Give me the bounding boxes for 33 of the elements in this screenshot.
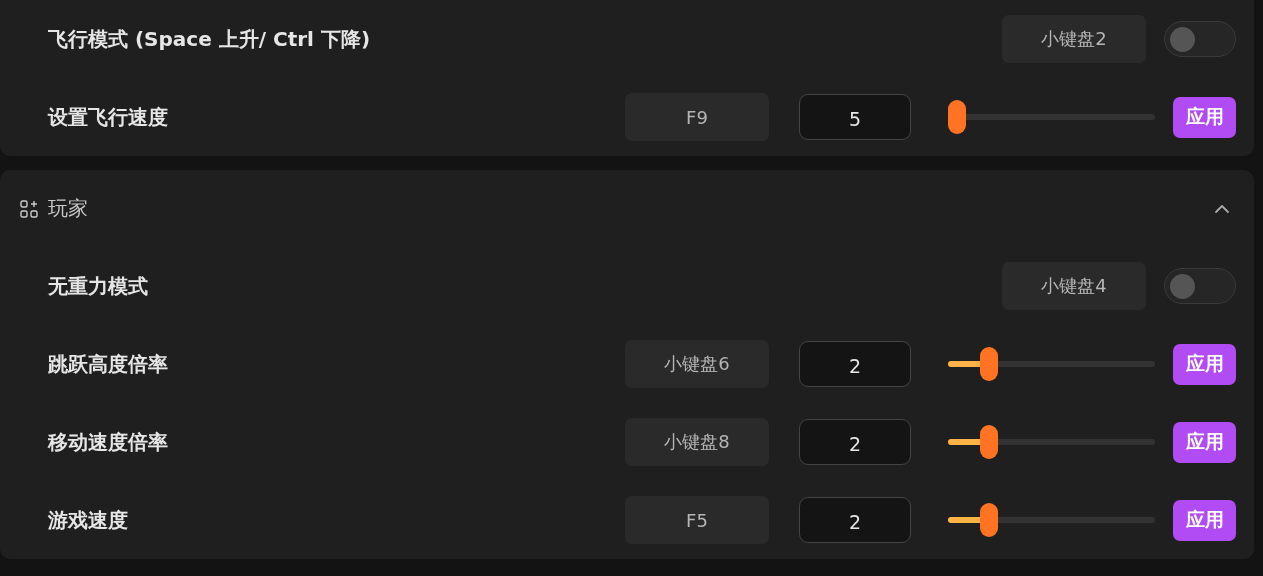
apply-button[interactable]: 应用: [1173, 499, 1236, 541]
slider[interactable]: [948, 347, 1155, 381]
number-field[interactable]: 2: [799, 497, 911, 543]
apply-button[interactable]: 应用: [1173, 421, 1236, 463]
slider-thumb[interactable]: [980, 347, 999, 381]
toggle-switch[interactable]: [1164, 268, 1236, 304]
apply-button[interactable]: 应用: [1173, 96, 1236, 138]
hotkey-button[interactable]: F9: [625, 93, 769, 141]
hotkey-button[interactable]: 小键盘2: [1002, 15, 1146, 63]
apps-icon: [20, 199, 38, 218]
slider[interactable]: [948, 503, 1155, 537]
hotkey-button[interactable]: F5: [625, 496, 769, 544]
setting-label: 游戏速度: [48, 506, 129, 534]
setting-label: 移动速度倍率: [48, 428, 169, 456]
setting-label: 飞行模式 (Space 上升/ Ctrl 下降): [48, 25, 372, 53]
section-title: 玩家: [48, 195, 89, 222]
hotkey-button[interactable]: 小键盘8: [625, 418, 769, 466]
slider-thumb[interactable]: [980, 425, 999, 459]
setting-label: 跳跃高度倍率: [48, 350, 169, 378]
setting-label: 设置飞行速度: [48, 103, 169, 131]
chevron-icon[interactable]: [1214, 203, 1230, 214]
slider-thumb[interactable]: [980, 503, 999, 537]
slider-thumb[interactable]: [948, 100, 966, 134]
hotkey-button[interactable]: 小键盘6: [625, 340, 769, 388]
setting-label: 无重力模式: [48, 272, 149, 300]
apply-button[interactable]: 应用: [1173, 343, 1236, 385]
toggle-switch[interactable]: [1164, 21, 1236, 57]
number-field[interactable]: 2: [799, 341, 911, 387]
slider[interactable]: [948, 100, 1155, 134]
number-field[interactable]: 2: [799, 419, 911, 465]
number-field[interactable]: 5: [799, 94, 911, 140]
slider[interactable]: [948, 425, 1155, 459]
hotkey-button[interactable]: 小键盘4: [1002, 262, 1146, 310]
